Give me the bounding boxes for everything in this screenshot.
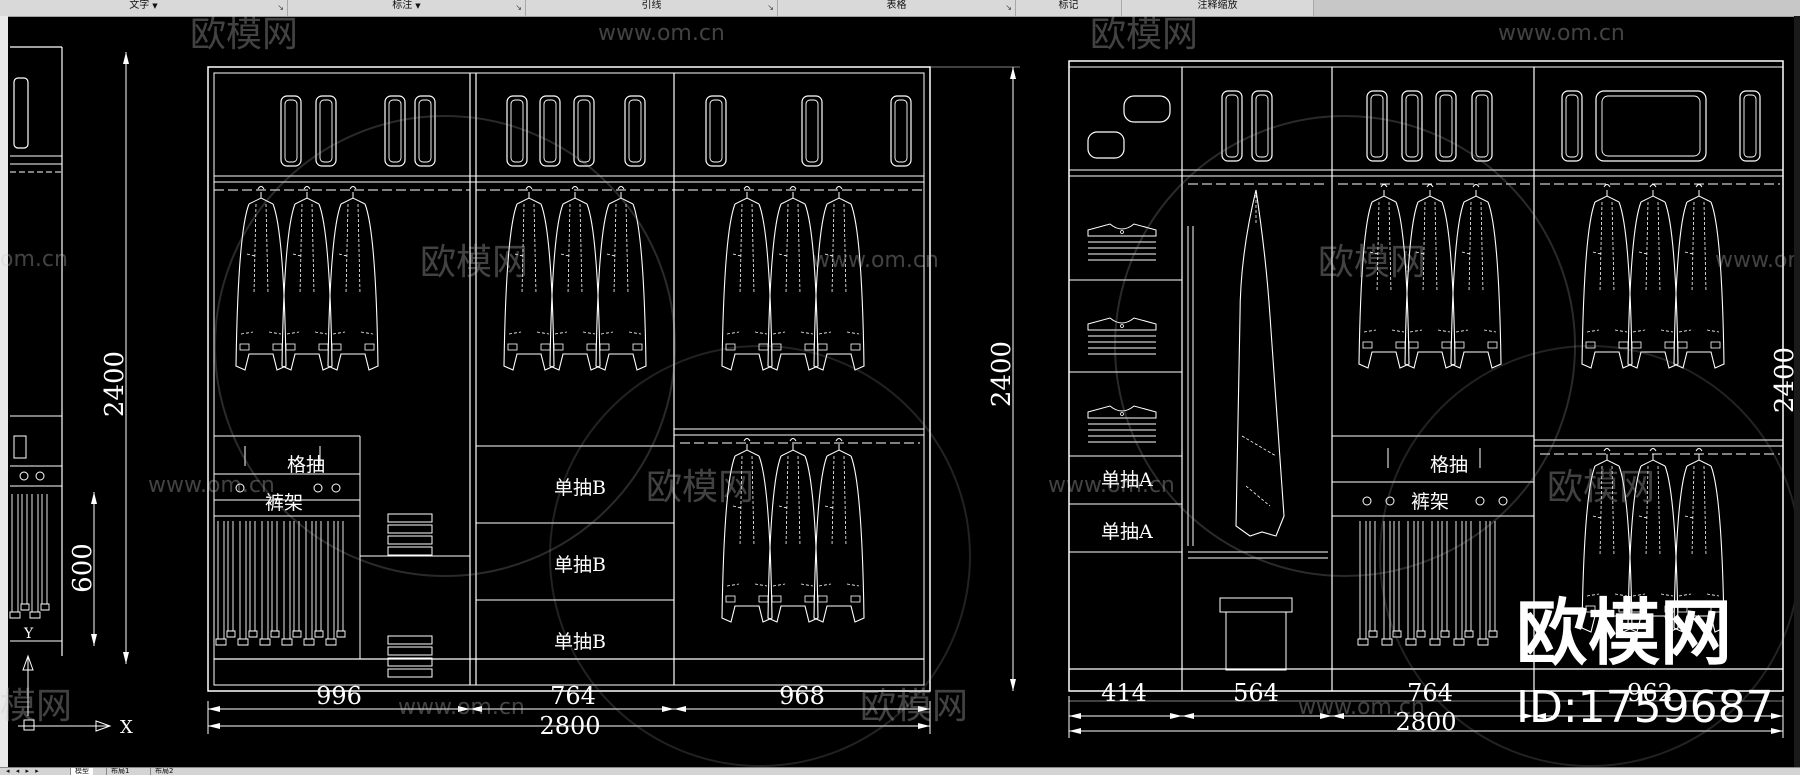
label-grid-drawer-left: 格抽 bbox=[287, 454, 325, 476]
ribbon-group-table[interactable]: 表格 ↘ bbox=[778, 0, 1016, 16]
watermark-brand: 欧模网 bbox=[646, 467, 754, 508]
partial-sub-dim: 600 bbox=[68, 543, 98, 593]
dim-width-1: 996 bbox=[316, 682, 362, 710]
panel-launcher-icon[interactable]: ↘ bbox=[1005, 2, 1012, 14]
watermark-url: www.om.cn bbox=[1498, 21, 1625, 46]
watermark-brand: 欧模网 bbox=[1547, 467, 1655, 508]
watermark-brand: 欧模网 bbox=[190, 16, 298, 55]
ribbon-group-leader-label: 引线 bbox=[641, 0, 662, 11]
ribbon-group-leader[interactable]: 引线 ↘ bbox=[526, 0, 778, 16]
label-pants-rack-right: 裤架 bbox=[1411, 491, 1449, 513]
label-drawer-b3: 单抽B bbox=[554, 631, 606, 653]
watermark-brand-large: 欧模网 bbox=[1516, 591, 1732, 675]
ribbon-panel-bar: 文字 ▼ ↘ 标注 ▼ ↘ 引线 ↘ 表格 ↘ 标记 注释缩放 bbox=[0, 0, 1800, 17]
watermark-brand-partial: 模网 bbox=[0, 686, 72, 727]
watermark-url: www.om.cn bbox=[148, 473, 275, 498]
label-grid-drawer-right: 格抽 bbox=[1430, 454, 1468, 476]
watermark-url-partial: om.cn bbox=[0, 247, 68, 272]
label-drawer-a2: 单抽A bbox=[1101, 521, 1153, 543]
partial-height-dim: 2400 bbox=[100, 351, 130, 417]
ribbon-group-table-label: 表格 bbox=[886, 0, 907, 11]
ribbon-group-markup[interactable]: 标记 bbox=[1016, 0, 1122, 16]
dim-width-2: 764 bbox=[550, 682, 596, 710]
panel-launcher-icon[interactable]: ↘ bbox=[515, 2, 522, 14]
watermark-id: ID:1759687 bbox=[1516, 682, 1774, 733]
watermark-brand: 欧模网 bbox=[1318, 242, 1426, 283]
watermark-url: www.om.cn bbox=[398, 695, 525, 720]
dim-total-left: 2800 bbox=[539, 712, 600, 740]
ucs-x-label: X bbox=[120, 717, 133, 738]
ribbon-group-markup-label: 标记 bbox=[1058, 0, 1079, 11]
dim-width-r2: 564 bbox=[1233, 679, 1279, 707]
panel-launcher-icon[interactable]: ↘ bbox=[767, 2, 774, 14]
dim-height-left: 2400 bbox=[987, 341, 1017, 407]
cad-model-space[interactable]: X Y 2400 600 格抽 裤架 单抽B 单抽B 单抽B 996 764 9… bbox=[0, 16, 1800, 767]
watermark-brand: 欧模网 bbox=[1090, 16, 1198, 55]
watermark-url: www.om.cn bbox=[598, 21, 725, 46]
right-viewport-edge bbox=[1794, 16, 1800, 770]
left-wardrobe-elevation: 格抽 裤架 单抽B 单抽B 单抽B 996 764 968 2800 2400 bbox=[207, 66, 1020, 740]
ribbon-group-dimension[interactable]: 标注 ▼ ↘ bbox=[288, 0, 526, 16]
partial-elevation-left: X Y 2400 600 bbox=[9, 46, 133, 738]
ribbon-group-dimension-label: 标注 bbox=[392, 0, 413, 11]
watermark-url: www.om.cn bbox=[1048, 473, 1175, 498]
dim-width-r1: 414 bbox=[1101, 679, 1147, 707]
ucs-y-label: Y bbox=[23, 626, 34, 642]
label-drawer-b2: 单抽B bbox=[554, 554, 606, 576]
ribbon-group-text[interactable]: 文字 ▼ ↘ bbox=[0, 0, 288, 16]
dim-width-3: 968 bbox=[779, 682, 825, 710]
ribbon-group-annotation-scaling[interactable]: 注释缩放 bbox=[1122, 0, 1314, 16]
watermark-url: www.om.cn bbox=[1298, 695, 1425, 720]
watermark-layer: 欧模网 www.om.cn 欧模网 www.om.cn om.cn 欧模网 ww… bbox=[0, 16, 1800, 767]
ribbon-group-annotation-scaling-label: 注释缩放 bbox=[1197, 0, 1238, 11]
watermark-brand: 欧模网 bbox=[860, 686, 968, 727]
watermark-brand: 欧模网 bbox=[420, 242, 528, 283]
chevron-down-icon[interactable]: ▼ bbox=[152, 2, 157, 10]
ribbon-empty-area bbox=[1314, 0, 1800, 16]
chevron-down-icon[interactable]: ▼ bbox=[415, 2, 420, 10]
watermark-url: www.om.cn bbox=[1715, 248, 1800, 273]
ribbon-group-text-label: 文字 bbox=[129, 0, 150, 11]
watermark-url: www.om.cn bbox=[812, 248, 939, 273]
panel-launcher-icon[interactable]: ↘ bbox=[277, 2, 284, 14]
